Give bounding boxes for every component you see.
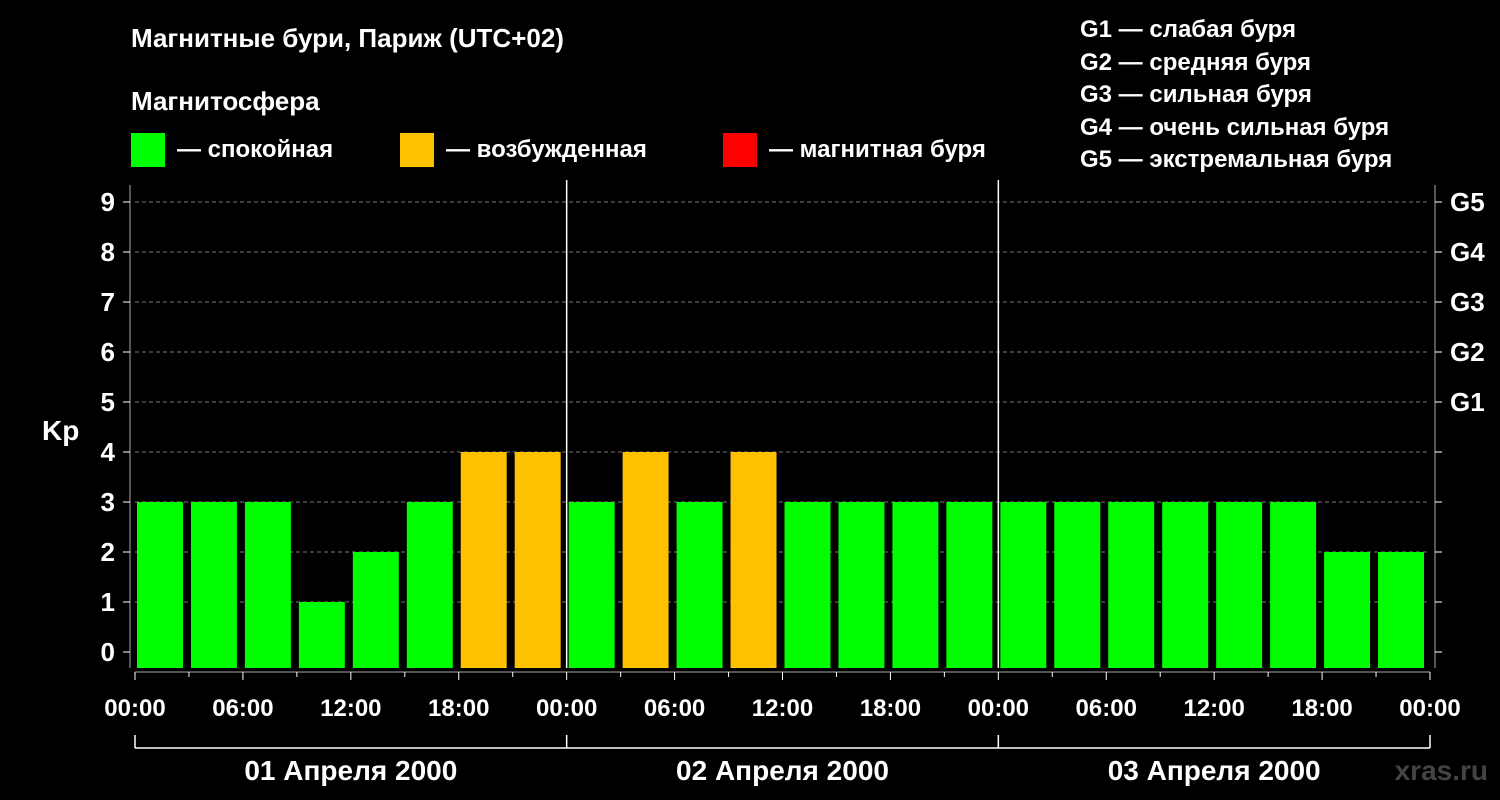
kp-bar <box>892 502 939 668</box>
kp-bar <box>1378 552 1424 668</box>
kp-bar <box>946 502 993 668</box>
x-tick-label: 18:00 <box>860 695 921 722</box>
kp-bar <box>460 452 507 668</box>
y-tick-label: 4 <box>101 437 116 467</box>
kp-bar <box>838 502 885 668</box>
kp-bar <box>137 502 183 668</box>
kp-chart: 0 1 2 3 4 5 6 7 8 9 G1 G2 G3 G4 G5 Kp 00:00 06:00 12:00 18:… <box>42 180 1485 786</box>
kp-bar <box>676 502 723 668</box>
kp-bar <box>1162 502 1209 668</box>
g-level-label: G5 <box>1450 187 1485 217</box>
x-tick-label: 12:00 <box>752 695 813 722</box>
y-tick-label: 9 <box>101 187 115 217</box>
day-label: 02 Апреля 2000 <box>676 755 889 786</box>
x-tick-label: 12:00 <box>320 695 381 722</box>
y-tick-label: 6 <box>101 337 115 367</box>
kp-bar <box>514 452 561 668</box>
y-axis-label: Kp <box>42 415 79 446</box>
kp-bar <box>1324 552 1371 668</box>
kp-bar <box>1108 502 1155 668</box>
y-tick-label: 2 <box>101 537 115 567</box>
kp-bar <box>1270 502 1317 668</box>
x-tick-label: 06:00 <box>212 695 273 722</box>
x-tick-label: 18:00 <box>428 695 489 722</box>
y-tick-label: 5 <box>101 387 115 417</box>
x-tick-label: 18:00 <box>1291 695 1352 722</box>
kp-bar <box>622 452 669 668</box>
g-level-label: G3 <box>1450 287 1485 317</box>
day-label: 03 Апреля 2000 <box>1108 755 1321 786</box>
x-tick-label: 00:00 <box>968 695 1029 722</box>
kp-bar <box>1054 502 1101 668</box>
y-tick-label: 0 <box>101 637 115 667</box>
day-label: 01 Апреля 2000 <box>244 755 457 786</box>
watermark: xras.ru <box>1394 755 1488 786</box>
kp-bar <box>784 502 831 668</box>
g-level-label: G2 <box>1450 337 1485 367</box>
kp-bar <box>352 552 399 668</box>
x-tick-label: 00:00 <box>536 695 597 722</box>
g-level-label: G1 <box>1450 387 1485 417</box>
x-tick-label: 06:00 <box>1076 695 1137 722</box>
kp-bar <box>244 502 291 668</box>
y-tick-label: 8 <box>101 237 115 267</box>
y-tick-label: 1 <box>101 587 115 617</box>
x-tick-label: 00:00 <box>104 695 165 722</box>
kp-bar <box>1000 502 1047 668</box>
x-tick-label: 12:00 <box>1183 695 1244 722</box>
kp-bar <box>568 502 615 668</box>
x-tick-label: 06:00 <box>644 695 705 722</box>
kp-bar <box>190 502 237 668</box>
y-tick-label: 3 <box>101 487 115 517</box>
kp-bar <box>406 502 453 668</box>
kp-bar <box>1216 502 1263 668</box>
y-tick-label: 7 <box>101 287 115 317</box>
g-level-label: G4 <box>1450 237 1485 267</box>
kp-bar <box>298 602 345 668</box>
x-tick-label: 00:00 <box>1399 695 1460 722</box>
kp-bar <box>730 452 777 668</box>
